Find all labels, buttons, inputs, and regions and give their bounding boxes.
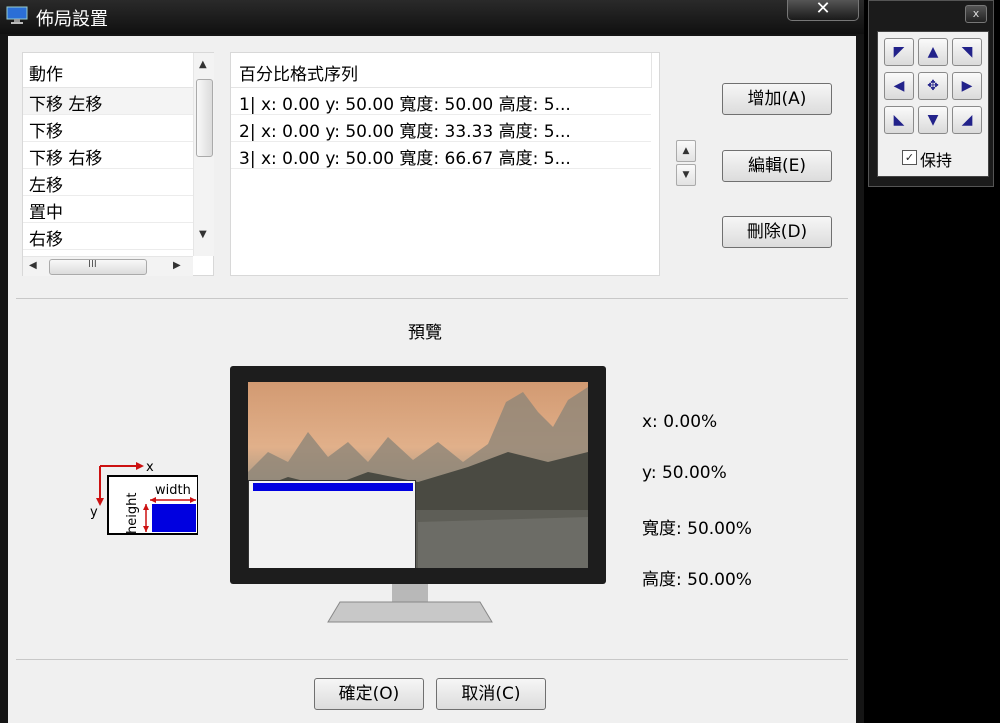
reorder-spinner[interactable]: ▲ ▼ bbox=[676, 140, 696, 186]
move-up-left-button[interactable]: ◤ bbox=[884, 38, 914, 66]
center-button[interactable]: ✥ bbox=[918, 72, 948, 100]
scroll-left-icon[interactable]: ◀ bbox=[29, 260, 37, 271]
close-icon[interactable]: x bbox=[965, 5, 987, 23]
list-item[interactable]: 下移 右移 bbox=[23, 142, 193, 169]
layout-diagram: x y width height bbox=[90, 460, 198, 535]
move-up-button[interactable]: ▲ bbox=[918, 38, 948, 66]
title-bar: 佈局設置 ✕ bbox=[0, 0, 864, 34]
add-button[interactable]: 增加(A) bbox=[722, 83, 832, 115]
table-row[interactable]: 3| x: 0.00 y: 50.00 寬度: 66.67 高度: 5... bbox=[231, 142, 651, 169]
move-down-button[interactable]: ▼ bbox=[676, 164, 696, 186]
move-left-button[interactable]: ◀ bbox=[884, 72, 914, 100]
action-list-header: 動作 bbox=[23, 53, 193, 88]
list-item[interactable]: 右移 bbox=[23, 223, 193, 250]
edit-button[interactable]: 編輯(E) bbox=[722, 150, 832, 182]
dialog-client-area: 動作 下移 左移 下移 下移 右移 左移 置中 右移 ▲ ▼ ◀ III ▶ 百… bbox=[8, 36, 856, 723]
monitor-stand bbox=[327, 584, 493, 623]
info-width: 寬度: 50.00% bbox=[642, 519, 752, 539]
window-titlebar-preview bbox=[253, 483, 413, 491]
percent-list-header: 百分比格式序列 bbox=[231, 53, 652, 88]
action-column-label: 動作 bbox=[29, 65, 63, 85]
info-x: x: 0.00% bbox=[642, 412, 718, 432]
list-item[interactable]: 左移 bbox=[23, 169, 193, 196]
move-up-right-button[interactable]: ◥ bbox=[952, 38, 982, 66]
direction-pad: ◤ ▲ ◥ ◀ ✥ ▶ ◣ ▼ ◢ ✓ 保持 bbox=[877, 31, 989, 177]
layout-window-preview bbox=[248, 480, 416, 568]
list-item[interactable]: 下移 bbox=[23, 115, 193, 142]
diagram-window bbox=[152, 504, 196, 532]
move-down-right-button[interactable]: ◢ bbox=[952, 106, 982, 134]
move-down-left-button[interactable]: ◣ bbox=[884, 106, 914, 134]
delete-button[interactable]: 刪除(D) bbox=[722, 216, 832, 248]
divider bbox=[16, 298, 848, 299]
close-button[interactable]: ✕ bbox=[787, 0, 859, 21]
info-height: 高度: 50.00% bbox=[642, 570, 752, 590]
preview-screen bbox=[248, 382, 588, 568]
divider bbox=[16, 659, 848, 660]
info-y: y: 50.00% bbox=[642, 463, 727, 483]
action-list-hscrollbar[interactable]: ◀ III ▶ bbox=[23, 256, 193, 276]
percent-column-label: 百分比格式序列 bbox=[239, 65, 358, 85]
scroll-right-icon[interactable]: ▶ bbox=[173, 260, 181, 271]
monitor-icon bbox=[6, 6, 28, 24]
move-up-button[interactable]: ▲ bbox=[676, 140, 696, 162]
hscroll-thumb[interactable]: III bbox=[49, 259, 147, 275]
arrow-pad-panel: x ◤ ▲ ◥ ◀ ✥ ▶ ◣ ▼ ◢ ✓ 保持 bbox=[868, 0, 994, 187]
table-row[interactable]: 1| x: 0.00 y: 50.00 寬度: 50.00 高度: 5... bbox=[231, 88, 651, 115]
scroll-up-icon[interactable]: ▲ bbox=[199, 59, 207, 70]
window-title: 佈局設置 bbox=[36, 9, 108, 30]
monitor-preview bbox=[230, 366, 606, 584]
layout-settings-dialog: 佈局設置 ✕ 動作 下移 左移 下移 下移 右移 左移 置中 右移 ▲ ▼ ◀ … bbox=[0, 0, 864, 723]
keep-checkbox[interactable]: ✓ bbox=[902, 150, 917, 165]
preview-title: 預覽 bbox=[408, 323, 442, 343]
diagram-width-label: width bbox=[155, 483, 191, 498]
diagram-height-label: height bbox=[125, 493, 140, 534]
action-list-vscrollbar[interactable]: ▲ ▼ bbox=[193, 53, 214, 256]
scroll-down-icon[interactable]: ▼ bbox=[199, 229, 207, 240]
move-right-button[interactable]: ▶ bbox=[952, 72, 982, 100]
ok-button[interactable]: 確定(O) bbox=[314, 678, 424, 710]
keep-label: 保持 bbox=[920, 151, 953, 170]
action-list[interactable]: 動作 下移 左移 下移 下移 右移 左移 置中 右移 ▲ ▼ ◀ III ▶ bbox=[22, 52, 214, 276]
diagram-x-label: x bbox=[146, 460, 154, 475]
list-item[interactable]: 置中 bbox=[23, 196, 193, 223]
vscroll-thumb[interactable] bbox=[196, 79, 213, 157]
percent-sequence-list[interactable]: 百分比格式序列 1| x: 0.00 y: 50.00 寬度: 50.00 高度… bbox=[230, 52, 660, 276]
table-row[interactable]: 2| x: 0.00 y: 50.00 寬度: 33.33 高度: 5... bbox=[231, 115, 651, 142]
move-down-button[interactable]: ▼ bbox=[918, 106, 948, 134]
diagram-y-label: y bbox=[90, 505, 98, 520]
cancel-button[interactable]: 取消(C) bbox=[436, 678, 546, 710]
list-item[interactable]: 下移 左移 bbox=[23, 88, 193, 115]
